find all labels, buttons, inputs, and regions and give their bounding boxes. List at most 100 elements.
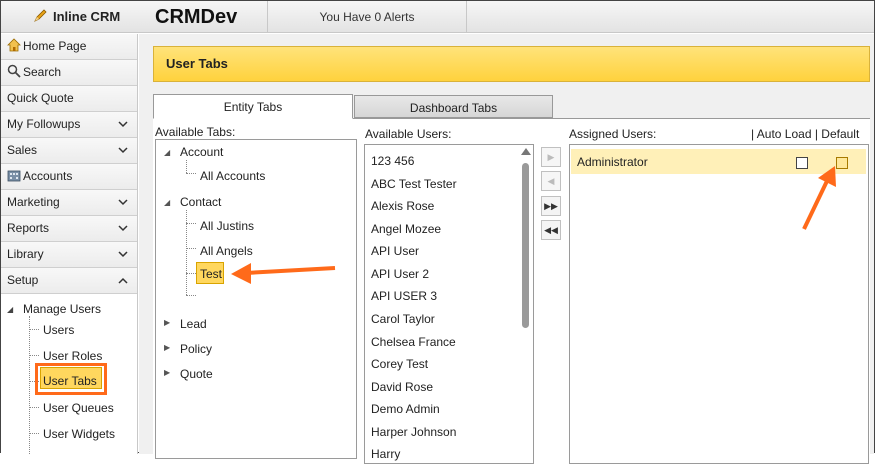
tab-dashboard-tabs[interactable]: Dashboard Tabs (354, 95, 553, 118)
chevron-down-icon (118, 251, 128, 258)
tree-connector (29, 433, 39, 434)
list-item[interactable]: API User 2 (371, 267, 429, 281)
list-item[interactable]: Corey Test (371, 357, 428, 371)
sidebar-item-sales[interactable]: Sales (1, 138, 137, 164)
tree-connector (29, 407, 39, 408)
list-item[interactable]: Demo Admin (371, 402, 440, 416)
list-item[interactable]: API USER 3 (371, 289, 437, 303)
move-left-icon: ◀ (547, 176, 555, 186)
tree-expanded-arrow-icon[interactable]: ◢ (164, 198, 170, 207)
list-item[interactable]: Angel Mozee (371, 222, 441, 236)
sidebar-item-quick-quote[interactable]: Quick Quote (1, 86, 137, 112)
tree-connector (186, 160, 187, 173)
chevron-down-icon (118, 225, 128, 232)
tree-connector (186, 295, 196, 296)
tree-node-contact[interactable]: Contact (180, 195, 221, 209)
assigned-users-label: Assigned Users: (569, 127, 657, 141)
tree-node-user-queues[interactable]: User Queues (43, 401, 114, 415)
main-content: User Tabs Entity Tabs Dashboard Tabs Ava… (139, 34, 874, 464)
tree-connector (186, 223, 196, 224)
sidebar-item-label: Marketing (7, 195, 60, 209)
setup-subtree: ◢ Manage Users Users User Roles User Tab… (1, 294, 137, 454)
tree-node-user-tabs[interactable]: User Tabs (43, 374, 97, 388)
sidebar-item-search[interactable]: Search (1, 60, 137, 86)
tree-node-lead[interactable]: Lead (180, 317, 207, 331)
tree-collapsed-arrow-icon[interactable]: ▶ (164, 368, 170, 377)
tree-node-users[interactable]: Users (43, 323, 74, 337)
sidebar-item-accounts[interactable]: Accounts (1, 164, 137, 190)
list-item[interactable]: ABC Test Tester (371, 177, 457, 191)
sidebar-item-label: Reports (7, 221, 50, 235)
sidebar-item-reports[interactable]: Reports (1, 216, 137, 242)
tree-node-all-accounts[interactable]: All Accounts (200, 169, 265, 183)
tree-connector (29, 355, 39, 356)
auto-load-default-label: | Auto Load | Default (751, 127, 860, 141)
chevron-up-icon (118, 277, 128, 284)
tree-collapsed-arrow-icon[interactable]: ▶ (164, 343, 170, 352)
list-item[interactable]: 123 456 (371, 154, 414, 168)
tree-expanded-arrow-icon[interactable]: ◢ (164, 148, 170, 157)
tree-node-user-roles[interactable]: User Roles (43, 349, 102, 363)
sidebar-item-library[interactable]: Library (1, 242, 137, 268)
tree-node-quote[interactable]: Quote (180, 367, 213, 381)
tree-connector (186, 248, 196, 249)
sidebar-item-label: Setup (7, 273, 39, 287)
page-title: User Tabs (166, 56, 228, 71)
sidebar-item-label: Home Page (23, 39, 87, 53)
pencil-logo-icon (34, 9, 47, 22)
default-checkbox[interactable] (836, 157, 848, 169)
move-left-button[interactable]: ◀ (541, 171, 561, 191)
page-banner: User Tabs (153, 46, 870, 82)
available-users-list: 123 456 ABC Test Tester Alexis Rose Ange… (364, 144, 534, 464)
move-all-right-icon: ▶▶ (544, 201, 558, 211)
tree-node-policy[interactable]: Policy (180, 342, 212, 356)
available-tabs-tree: ◢ Account All Accounts ◢ Contact All Jus… (155, 139, 357, 459)
top-header: Inline CRM CRMDev You Have 0 Alerts (1, 1, 874, 33)
sidebar-item-label: Sales (7, 143, 38, 157)
sidebar-item-label: Quick Quote (7, 91, 74, 105)
tab-entity-tabs[interactable]: Entity Tabs (153, 94, 353, 119)
list-item[interactable]: API User (371, 244, 419, 258)
sidebar-item-label: Library (7, 247, 44, 261)
list-item[interactable]: Harper Johnson (371, 425, 456, 439)
sidebar-item-marketing[interactable]: Marketing (1, 190, 137, 216)
sidebar: Home Page Search Quick Quote My Followup… (1, 34, 138, 454)
scroll-thumb[interactable] (522, 163, 529, 328)
list-item[interactable]: Harry (371, 447, 400, 461)
list-item[interactable]: Chelsea France (371, 335, 456, 349)
move-all-left-button[interactable]: ◀◀ (541, 220, 561, 240)
tree-connector (186, 273, 196, 274)
chevron-down-icon (118, 199, 128, 206)
sidebar-item-my-followups[interactable]: My Followups (1, 112, 137, 138)
move-right-button[interactable]: ▶ (541, 147, 561, 167)
alerts-indicator[interactable]: You Have 0 Alerts (267, 1, 467, 33)
app-title: CRMDev (155, 6, 238, 28)
tree-collapsed-arrow-icon[interactable]: ▶ (164, 318, 170, 327)
list-item[interactable]: David Rose (371, 380, 433, 394)
scroll-up-arrow-icon[interactable] (521, 148, 531, 155)
chevron-down-icon (118, 121, 128, 128)
tree-node-all-angels[interactable]: All Angels (200, 244, 253, 258)
tree-node-account[interactable]: Account (180, 145, 223, 159)
chevron-down-icon (118, 147, 128, 154)
move-all-right-button[interactable]: ▶▶ (541, 196, 561, 216)
assigned-users-list: Administrator (569, 144, 869, 464)
sidebar-item-label: Accounts (23, 169, 73, 183)
tree-node-user-widgets[interactable]: User Widgets (43, 427, 115, 441)
sidebar-item-setup[interactable]: Setup (1, 268, 137, 294)
scrollbar[interactable] (521, 147, 531, 452)
list-item[interactable]: Alexis Rose (371, 199, 434, 213)
available-tabs-label: Available Tabs: (155, 125, 236, 139)
assigned-user-name: Administrator (577, 155, 648, 169)
auto-load-checkbox[interactable] (796, 157, 808, 169)
tree-expanded-arrow-icon[interactable]: ◢ (7, 305, 13, 314)
assigned-user-row[interactable]: Administrator (571, 149, 866, 174)
tree-node-manage-users[interactable]: Manage Users (23, 302, 101, 316)
sidebar-item-home-page[interactable]: Home Page (1, 34, 137, 60)
logo-text[interactable]: Inline CRM (53, 9, 120, 24)
list-item[interactable]: Carol Taylor (371, 312, 435, 326)
tree-node-all-justins[interactable]: All Justins (200, 219, 254, 233)
tree-connector (29, 329, 39, 330)
sidebar-item-label: My Followups (7, 117, 81, 131)
tree-node-test[interactable]: Test (200, 267, 222, 281)
